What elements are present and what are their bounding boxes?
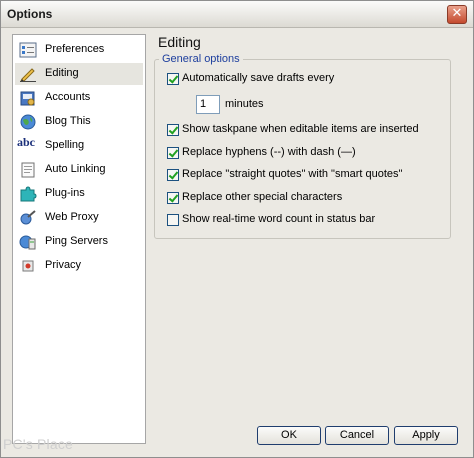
sidebar-item-label: Accounts	[45, 91, 91, 103]
option-label: Automatically save drafts every	[182, 72, 335, 84]
sidebar-item-label: Auto Linking	[45, 163, 106, 175]
watermark-text: PC's Place	[3, 436, 74, 452]
proxy-icon	[20, 210, 36, 225]
sidebar-item-label: Blog This	[45, 115, 91, 127]
sidebar-item-accounts[interactable]: Accounts	[15, 87, 143, 109]
title-bar[interactable]: Options ✕	[1, 1, 473, 28]
sidebar-item-privacy[interactable]: Privacy	[15, 255, 143, 277]
sidebar-item-spelling[interactable]: abc Spelling	[15, 135, 143, 157]
special-characters-checkbox[interactable]	[167, 192, 179, 204]
replace-hyphens-checkbox[interactable]	[167, 147, 179, 159]
close-button[interactable]: ✕	[447, 5, 467, 24]
sidebar-item-label: Spelling	[45, 139, 85, 151]
options-dialog: Options ✕ Preferences Editing Accounts B…	[0, 0, 474, 458]
globe-icon	[20, 114, 36, 130]
option-label: Show taskpane when editable items are in…	[182, 123, 419, 135]
sidebar-item-editing[interactable]: Editing	[15, 63, 143, 85]
option-label: Replace "straight quotes" with "smart qu…	[182, 168, 403, 180]
sidebar-item-label: Ping Servers	[45, 235, 108, 247]
close-icon: ✕	[451, 6, 463, 21]
smart-quotes-checkbox[interactable]	[167, 169, 179, 181]
sidebar-item-label: Preferences	[45, 43, 105, 55]
abc-icon-text: abc	[17, 135, 35, 149]
cancel-button[interactable]: Cancel	[325, 426, 389, 445]
autosave-drafts-checkbox[interactable]	[167, 73, 179, 85]
book-icon	[20, 91, 35, 106]
minutes-label: minutes	[225, 98, 264, 110]
group-label: General options	[159, 53, 243, 65]
autosave-minutes-input[interactable]: 1	[196, 95, 220, 114]
preferences-icon	[19, 42, 37, 58]
options-category-list: Preferences Editing Accounts Blog This a…	[12, 34, 146, 444]
panel-title: Editing	[158, 34, 201, 50]
option-label: Replace other special characters	[182, 191, 343, 203]
sidebar-item-web-proxy[interactable]: Web Proxy	[15, 207, 143, 229]
server-icon	[19, 235, 36, 250]
document-icon	[21, 162, 35, 178]
sidebar-item-label: Plug-ins	[45, 187, 85, 199]
sidebar-item-auto-linking[interactable]: Auto Linking	[15, 159, 143, 181]
window-title: Options	[7, 7, 53, 21]
option-label: Replace hyphens (--) with dash (—)	[182, 146, 356, 158]
option-label: Show real-time word count in status bar	[182, 213, 376, 225]
apply-button[interactable]: Apply	[394, 426, 458, 445]
privacy-icon	[22, 260, 34, 272]
sidebar-item-label: Editing	[45, 67, 79, 79]
sidebar-item-ping-servers[interactable]: Ping Servers	[15, 231, 143, 253]
show-taskpane-checkbox[interactable]	[167, 124, 179, 136]
word-count-checkbox[interactable]	[167, 214, 179, 226]
ok-button[interactable]: OK	[257, 426, 321, 445]
abc-icon: abc	[17, 136, 35, 152]
puzzle-icon	[20, 186, 37, 202]
sidebar-item-plug-ins[interactable]: Plug-ins	[15, 183, 143, 205]
sidebar-item-preferences[interactable]: Preferences	[15, 39, 143, 61]
pencil-icon	[20, 68, 36, 82]
sidebar-item-label: Privacy	[45, 259, 82, 271]
sidebar-item-label: Web Proxy	[45, 211, 99, 223]
sidebar-item-blog-this[interactable]: Blog This	[15, 111, 143, 133]
